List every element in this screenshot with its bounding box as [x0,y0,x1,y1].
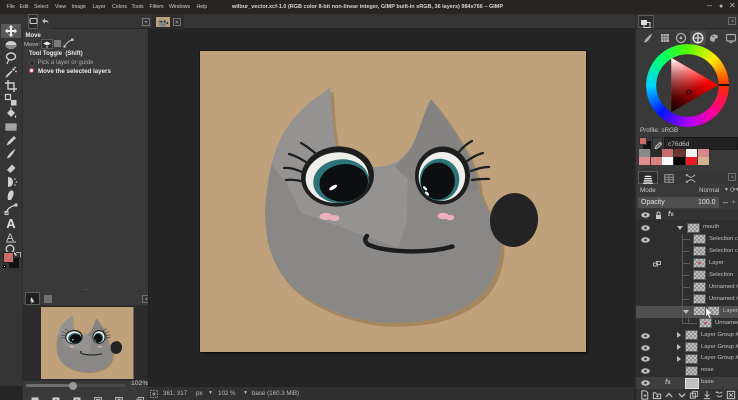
svg-text:A: A [6,216,16,230]
